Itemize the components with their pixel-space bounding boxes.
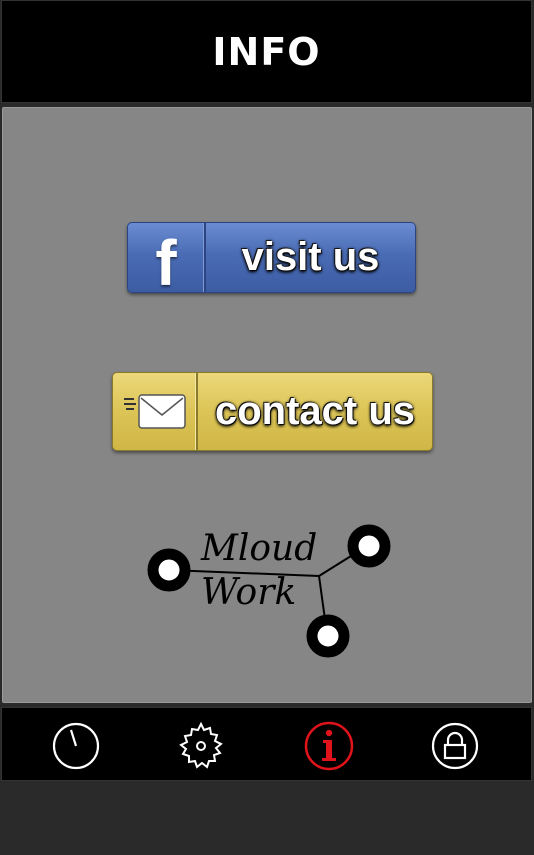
bottom-navbar <box>1 707 532 781</box>
info-panel: f visit us contact us Mloud Work <box>2 107 532 703</box>
stopwatch-icon <box>52 722 100 770</box>
page-title: INFO <box>212 29 321 74</box>
nav-timer[interactable] <box>50 720 102 772</box>
contact-us-label: contact us <box>214 389 416 433</box>
gear-icon <box>179 721 223 769</box>
contact-us-button[interactable]: contact us <box>112 372 433 451</box>
facebook-icon-glyph: f <box>155 226 177 293</box>
app-header: INFO <box>1 0 532 103</box>
logo-text-line1: Mloud <box>200 528 317 569</box>
envelope-icon <box>113 373 198 450</box>
lock-icon <box>431 722 479 770</box>
visit-us-facebook-button[interactable]: f visit us <box>127 222 416 293</box>
logo-text-line2: Work <box>201 572 296 613</box>
nav-lock[interactable] <box>429 720 481 772</box>
mloudwork-logo: Mloud Work <box>143 516 393 661</box>
info-icon <box>304 721 354 771</box>
visit-us-label: visit us <box>241 235 380 279</box>
nav-info[interactable] <box>303 720 355 772</box>
nav-settings[interactable] <box>175 720 227 772</box>
facebook-icon: f <box>128 223 206 292</box>
